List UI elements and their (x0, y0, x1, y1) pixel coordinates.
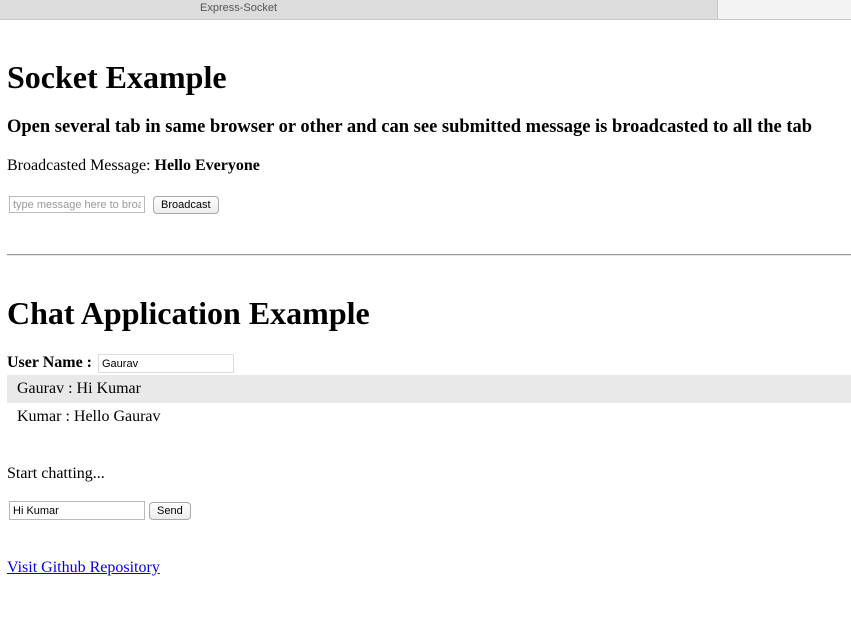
broadcast-button[interactable]: Broadcast (153, 196, 219, 214)
username-label: User Name : (7, 354, 93, 371)
chat-message-sender: Gaurav (17, 380, 65, 397)
tab-title: Express-Socket (199, 2, 278, 14)
chat-application-heading: Chat Application Example (7, 295, 370, 331)
chat-message-sender: Kumar (17, 408, 62, 425)
socket-example-heading: Socket Example (7, 59, 227, 95)
chat-message-text: Hi Kumar (76, 380, 141, 397)
chat-message-row: Gaurav : Hi Kumar (7, 375, 851, 403)
chat-message-text: Hello Gaurav (73, 408, 161, 425)
chat-message-separator: : (61, 408, 74, 425)
chat-message-separator: : (64, 380, 77, 397)
username-input[interactable] (98, 354, 234, 373)
broadcasted-message-line: Broadcasted Message: Hello Everyone (7, 156, 260, 176)
send-button[interactable]: Send (149, 502, 191, 520)
broadcasted-message-value: Hello Everyone (154, 157, 260, 174)
tab-express-socket[interactable]: Express-Socket (0, 0, 718, 19)
socket-example-subheading: Open several tab in same browser or othe… (7, 117, 813, 137)
chat-status-text: Start chatting... (7, 465, 105, 482)
chat-message-input[interactable] (9, 501, 145, 520)
tab-bar-empty-area[interactable] (719, 0, 851, 19)
broadcast-message-input[interactable] (9, 196, 145, 213)
chat-message-row: Kumar : Hello Gaurav (7, 403, 851, 431)
broadcasted-message-label: Broadcasted Message: (7, 157, 151, 174)
section-divider (7, 254, 851, 256)
github-repository-link[interactable]: Visit Github Repository (7, 559, 160, 577)
browser-tab-bar: Express-Socket (0, 0, 851, 20)
